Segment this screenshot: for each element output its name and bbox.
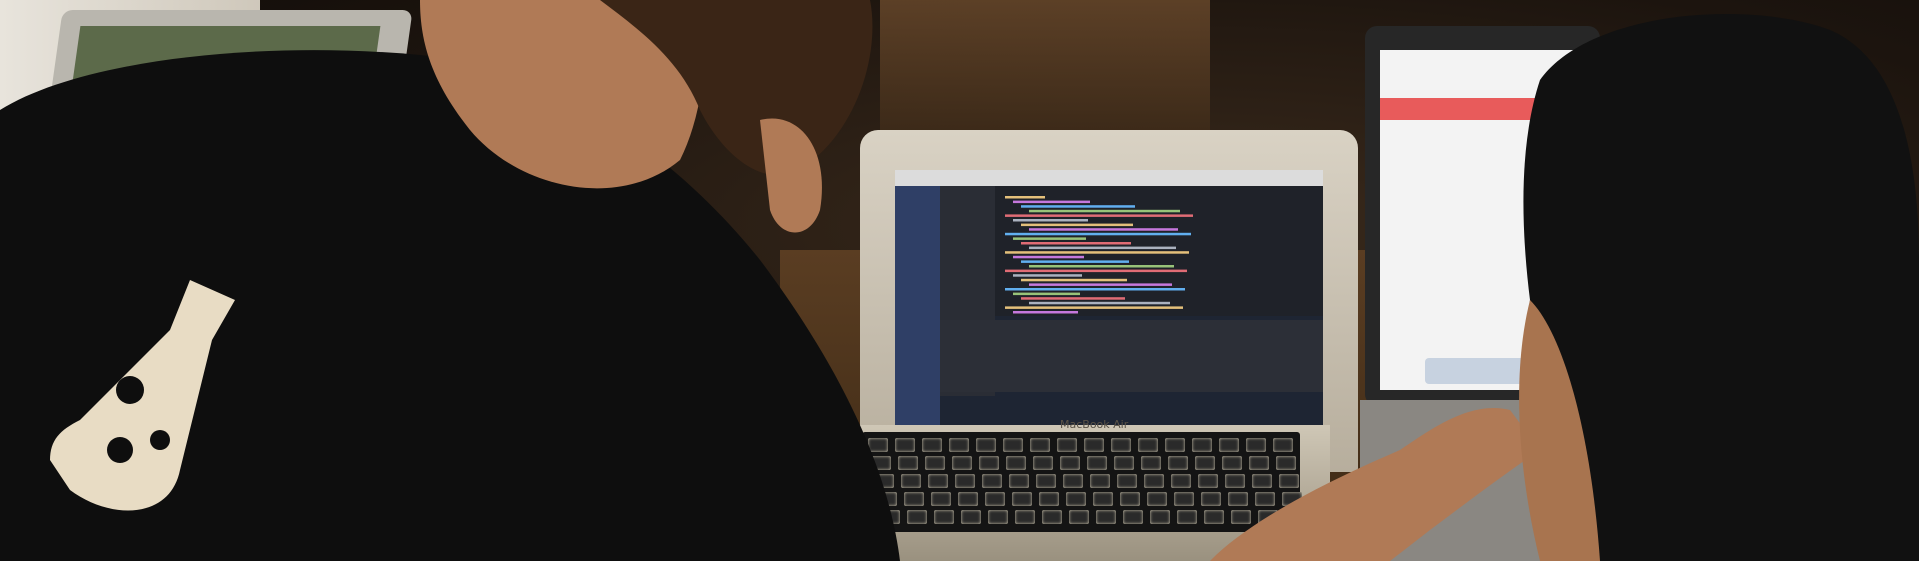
keyboard-key <box>1138 438 1158 452</box>
code-line <box>1021 278 1127 282</box>
keyboard-key <box>1069 510 1089 524</box>
keyboard-key <box>901 474 921 488</box>
keyboard-key <box>982 474 1002 488</box>
keyboard-key <box>1174 492 1194 506</box>
keyboard-key <box>1090 474 1110 488</box>
keyboard-key <box>1165 438 1185 452</box>
keyboard-key <box>988 510 1008 524</box>
code-line <box>1029 283 1172 286</box>
code-line <box>1013 255 1084 259</box>
keyboard-key <box>1084 438 1104 452</box>
keyboard-key <box>958 492 978 506</box>
code-line <box>1005 196 1045 199</box>
keyboard-key <box>979 456 999 470</box>
keyboard-key <box>952 456 972 470</box>
keyboard-key <box>1060 456 1080 470</box>
keyboard-key <box>1144 474 1164 488</box>
code-line <box>1021 297 1125 300</box>
keyboard-key <box>1093 492 1113 506</box>
keyboard-key <box>961 510 981 524</box>
keyboard-key <box>922 438 942 452</box>
keyboard-key <box>1117 474 1137 488</box>
keyboard-key <box>925 456 945 470</box>
person-right <box>1519 14 1919 561</box>
keyboard-key <box>1120 492 1140 506</box>
code-line <box>1029 301 1170 305</box>
keyboard-key <box>1087 456 1107 470</box>
keyboard-key <box>1171 474 1191 488</box>
person-left <box>0 0 900 561</box>
keyboard-key <box>1150 510 1170 524</box>
keyboard-key <box>934 510 954 524</box>
keyboard-key <box>1009 474 1029 488</box>
code-line <box>1013 237 1086 240</box>
keyboard-key <box>1123 510 1143 524</box>
code-line <box>1005 306 1183 309</box>
keyboard-key <box>1036 474 1056 488</box>
keyboard-key <box>949 438 969 452</box>
code-line <box>1029 209 1180 213</box>
code-line <box>1005 232 1191 236</box>
code-line <box>1005 251 1189 254</box>
keyboard-key <box>1012 492 1032 506</box>
code-line <box>1013 311 1078 314</box>
keyboard-key <box>1033 456 1053 470</box>
keyboard-key <box>1015 510 1035 524</box>
code-line <box>1005 288 1185 291</box>
keyboard-key <box>985 492 1005 506</box>
keyboard-key <box>1003 438 1023 452</box>
keyboard-key <box>1177 510 1197 524</box>
code-line <box>1021 223 1133 227</box>
keyboard-key <box>1147 492 1167 506</box>
code-line <box>1029 228 1178 231</box>
keyboard-key <box>904 492 924 506</box>
keyboard-key <box>1141 456 1161 470</box>
keyboard-key <box>976 438 996 452</box>
keyboard-key <box>1111 438 1131 452</box>
keyboard-key <box>898 456 918 470</box>
keyboard-key <box>1039 492 1059 506</box>
keyboard-key <box>1057 438 1077 452</box>
keyboard-key <box>1042 510 1062 524</box>
code-line <box>1021 260 1129 263</box>
code-line <box>1029 265 1174 268</box>
keyboard-key <box>1066 492 1086 506</box>
code-line <box>1029 246 1176 250</box>
keyboard-key <box>907 510 927 524</box>
keyboard-key <box>1006 456 1026 470</box>
photo-scene: MacBook Air <box>0 0 1919 561</box>
keyboard-key <box>1063 474 1083 488</box>
keyboard-key <box>1168 456 1188 470</box>
code-line <box>1013 200 1090 204</box>
code-line <box>1013 219 1088 222</box>
background-shelf <box>880 0 1210 140</box>
code-line <box>1021 242 1131 245</box>
keyboard-key <box>1192 438 1212 452</box>
keyboard-key <box>1114 456 1134 470</box>
keyboard-key <box>1096 510 1116 524</box>
keyboard-key <box>931 492 951 506</box>
code-line <box>1005 214 1193 217</box>
laptop-brand-label: MacBook Air <box>1060 418 1129 431</box>
code-line <box>1013 274 1082 277</box>
code-line <box>1013 292 1080 296</box>
code-line <box>1021 205 1135 208</box>
code-line <box>1005 269 1187 273</box>
keyboard-key <box>1030 438 1050 452</box>
keyboard-key <box>955 474 975 488</box>
keyboard-key <box>928 474 948 488</box>
